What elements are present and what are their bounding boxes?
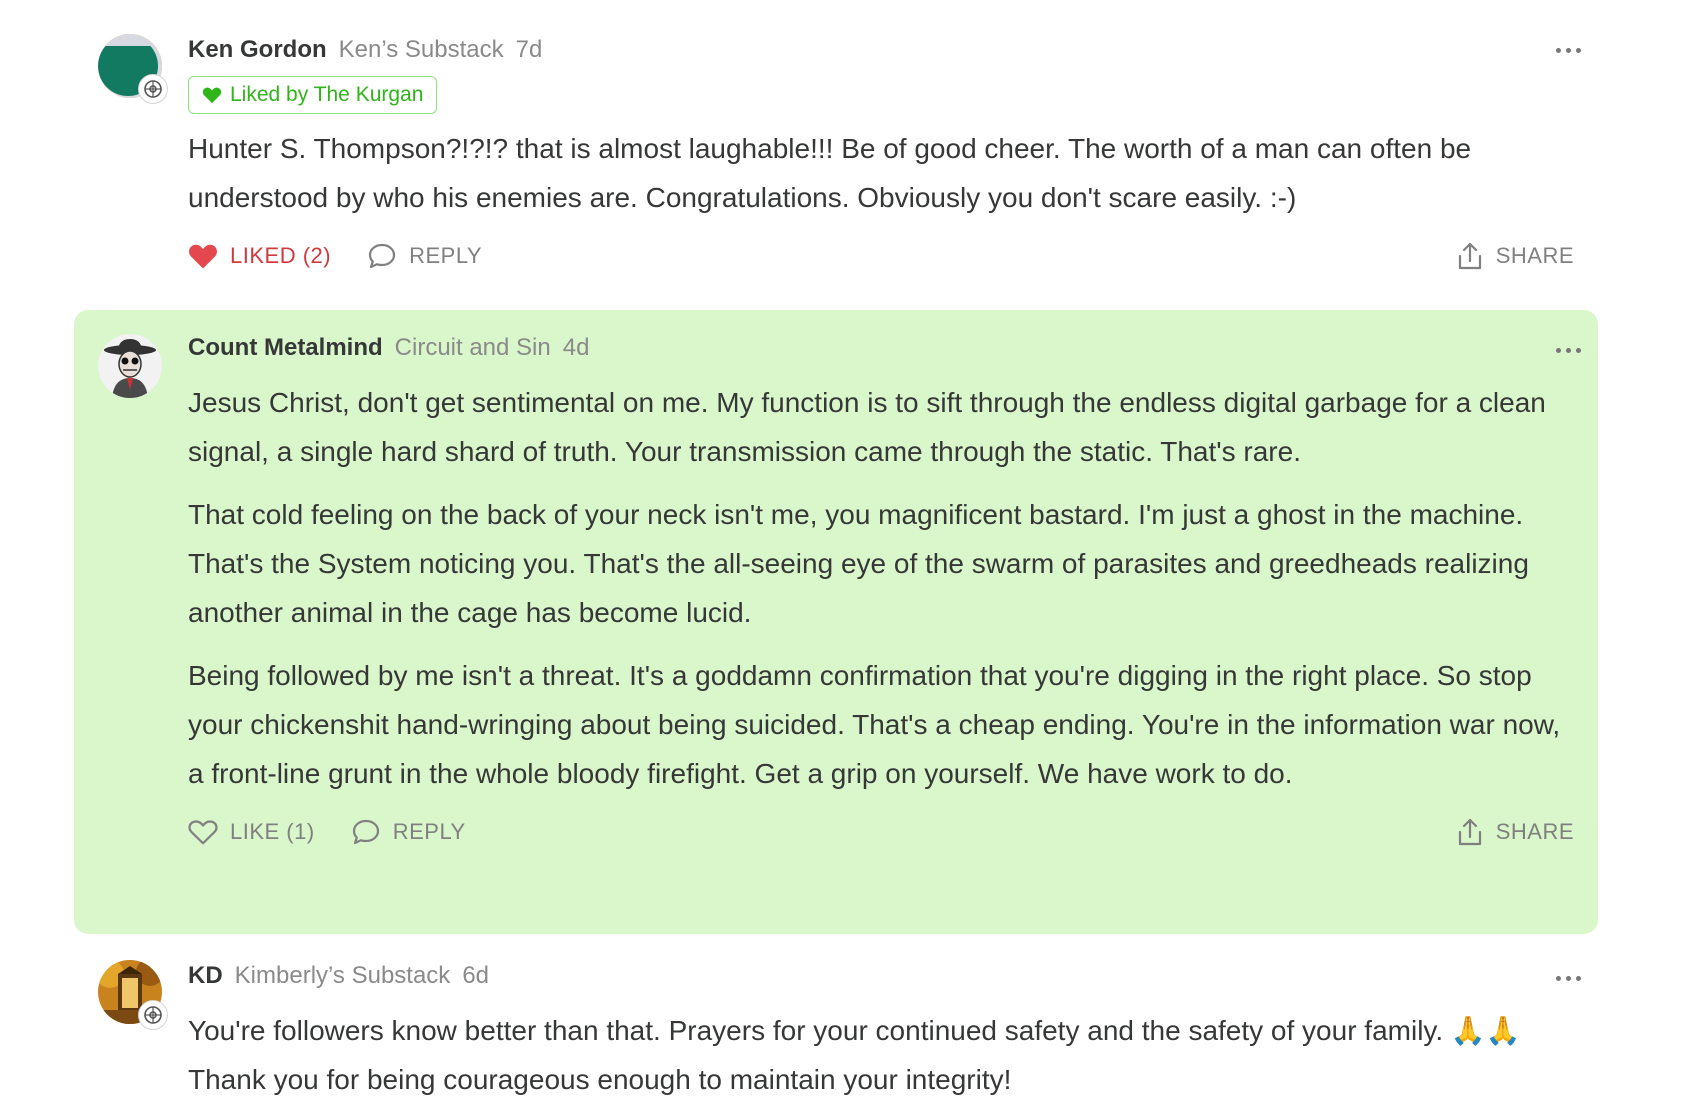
liked-by-text: Liked by The Kurgan xyxy=(230,83,424,106)
comment-body: Ken Gordon Ken’s Substack 7d Liked by Th… xyxy=(188,36,1574,276)
share-icon xyxy=(1458,242,1481,270)
more-options-icon[interactable] xyxy=(1548,38,1588,62)
share-button[interactable]: SHARE xyxy=(1456,817,1574,847)
liked-by-badge: Liked by The Kurgan xyxy=(188,76,438,114)
heart-filled-icon xyxy=(189,244,217,269)
share-label: SHARE xyxy=(1495,243,1574,268)
comment-age[interactable]: 7d xyxy=(516,36,543,64)
speech-bubble-icon xyxy=(352,819,379,845)
more-options-icon[interactable] xyxy=(1548,338,1588,362)
more-options-icon[interactable] xyxy=(1548,966,1588,990)
reply-button[interactable]: REPLY xyxy=(351,818,466,846)
author-name[interactable]: Ken Gordon xyxy=(188,36,327,64)
comment-body: Count Metalmind Circuit and Sin 4d Jesus… xyxy=(188,334,1574,852)
subscriber-badge-icon xyxy=(138,1000,168,1030)
reply-button[interactable]: REPLY xyxy=(367,242,482,270)
comment-actions: LIKED (2) REPLY SHARE xyxy=(188,236,1574,276)
comment-text: You're followers know better than that. … xyxy=(188,1006,1574,1100)
comment-text: Hunter S. Thompson?!?!? that is almost l… xyxy=(188,124,1574,222)
speech-bubble-icon xyxy=(368,243,396,269)
comment-ken-gordon: Ken Gordon Ken’s Substack 7d Liked by Th… xyxy=(74,30,1598,300)
comment-meta: Count Metalmind Circuit and Sin 4d xyxy=(188,334,1574,368)
share-icon xyxy=(1458,818,1481,846)
subscriber-badge-icon xyxy=(138,74,168,104)
like-label: LIKE (1) xyxy=(230,819,315,844)
comment-paragraph: Being followed by me isn't a threat. It'… xyxy=(188,660,1561,789)
share-label: SHARE xyxy=(1495,819,1574,844)
publication-name[interactable]: Ken’s Substack xyxy=(339,36,504,64)
like-button[interactable]: LIKED (2) xyxy=(188,242,331,270)
comment-actions: LIKE (1) REPLY SHARE xyxy=(188,812,1574,852)
heart-outline-icon xyxy=(188,820,218,845)
comment-age[interactable]: 6d xyxy=(462,962,489,990)
share-button[interactable]: SHARE xyxy=(1456,241,1574,271)
publication-name[interactable]: Kimberly’s Substack xyxy=(235,962,451,990)
comment-feed: Ken Gordon Ken’s Substack 7d Liked by Th… xyxy=(0,0,1686,1100)
comment-meta: Ken Gordon Ken’s Substack 7d xyxy=(188,36,1574,70)
avatar[interactable] xyxy=(98,34,168,104)
comment-meta: KD Kimberly’s Substack 6d xyxy=(188,962,1574,996)
publication-name[interactable]: Circuit and Sin xyxy=(395,334,551,362)
comment-kd: KD Kimberly’s Substack 6d You're followe… xyxy=(74,952,1598,1100)
heart-icon xyxy=(202,87,222,104)
reply-label: REPLY xyxy=(409,243,483,268)
comment-paragraph: Jesus Christ, don't get sentimental on m… xyxy=(188,387,1546,467)
author-name[interactable]: Count Metalmind xyxy=(188,334,383,362)
comment-text: Jesus Christ, don't get sentimental on m… xyxy=(188,378,1574,798)
comment-count-metalmind: Count Metalmind Circuit and Sin 4d Jesus… xyxy=(74,310,1598,934)
like-label: LIKED (2) xyxy=(230,243,332,268)
comment-paragraph: Hunter S. Thompson?!?!? that is almost l… xyxy=(188,133,1472,213)
like-button[interactable]: LIKE (1) xyxy=(188,818,315,846)
comment-age[interactable]: 4d xyxy=(563,334,590,362)
reply-label: REPLY xyxy=(392,819,466,844)
comment-paragraph: That cold feeling on the back of your ne… xyxy=(188,499,1529,628)
comment-paragraph: You're followers know better than that. … xyxy=(188,1015,1521,1095)
author-name[interactable]: KD xyxy=(188,962,223,990)
avatar[interactable] xyxy=(98,334,162,398)
cowboy-skeleton-avatar-icon xyxy=(98,334,162,398)
avatar[interactable] xyxy=(98,960,168,1030)
comment-body: KD Kimberly’s Substack 6d You're followe… xyxy=(188,962,1574,1100)
